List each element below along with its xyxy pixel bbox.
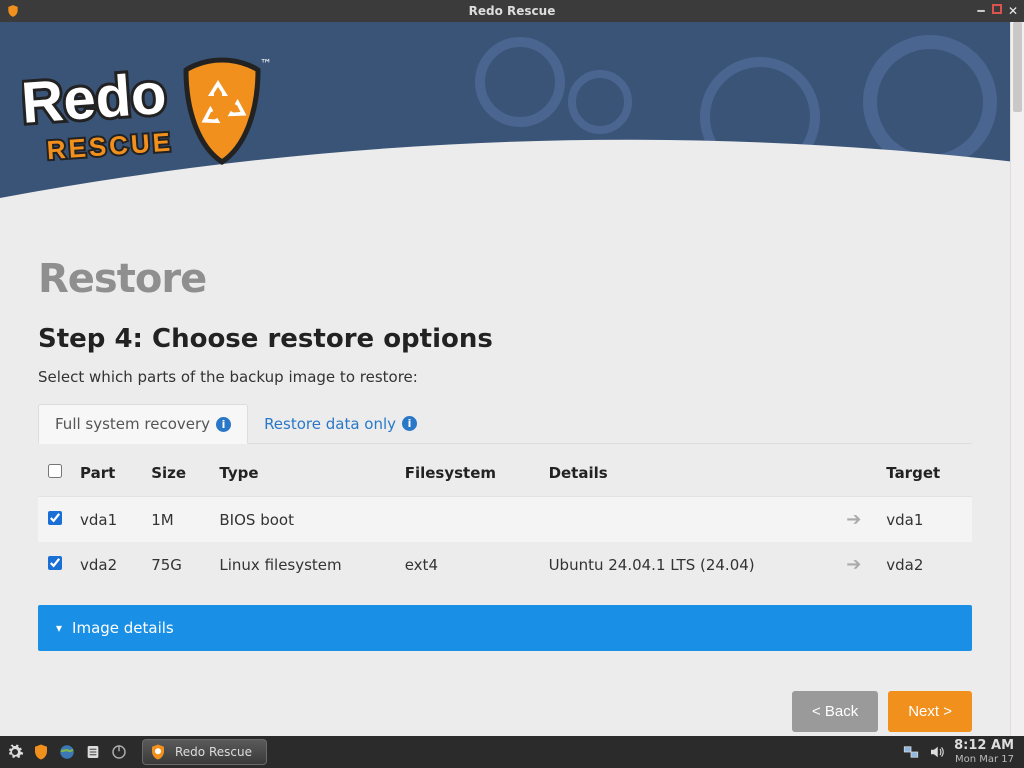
chevron-down-icon: ▾ — [56, 621, 62, 635]
wizard-buttons: < Back Next > — [38, 691, 972, 732]
cell-part: vda1 — [72, 497, 143, 543]
clock-time: 8:12 AM — [954, 739, 1014, 753]
col-type: Type — [211, 450, 396, 497]
taskbar-app-redo-rescue[interactable]: Redo Rescue — [142, 739, 267, 765]
cell-part: vda2 — [72, 542, 143, 587]
volume-icon[interactable] — [928, 743, 946, 761]
row-checkbox[interactable] — [48, 556, 62, 570]
tab-label: Restore data only — [264, 415, 396, 433]
back-button[interactable]: < Back — [792, 691, 878, 732]
network-icon[interactable] — [902, 743, 920, 761]
redo-shield-icon[interactable] — [32, 743, 50, 761]
table-row: vda2 75G Linux filesystem ext4 Ubuntu 24… — [38, 542, 972, 587]
globe-icon[interactable] — [58, 743, 76, 761]
cell-filesystem: ext4 — [397, 542, 541, 587]
partition-table: Part Size Type Filesystem Details Target… — [38, 450, 972, 587]
col-filesystem: Filesystem — [397, 450, 541, 497]
header-banner: Redo RESCUE ™ — [0, 22, 1024, 212]
power-icon[interactable] — [110, 743, 128, 761]
cell-target: vda1 — [878, 497, 972, 543]
files-icon[interactable] — [84, 743, 102, 761]
next-button[interactable]: Next > — [888, 691, 972, 732]
image-details-toggle[interactable]: ▾ Image details — [38, 605, 972, 651]
row-checkbox[interactable] — [48, 511, 62, 525]
cell-details — [541, 497, 839, 543]
col-size: Size — [143, 450, 211, 497]
taskbar-clock[interactable]: 8:12 AM Mon Mar 17 — [954, 739, 1018, 764]
taskbar-app-label: Redo Rescue — [175, 745, 252, 759]
window-titlebar: Redo Rescue ━ ✕ — [0, 0, 1024, 22]
clock-date: Mon Mar 17 — [954, 754, 1014, 765]
col-details: Details — [541, 450, 839, 497]
svg-text:™: ™ — [260, 57, 272, 71]
arrow-right-icon: ➔ — [846, 554, 861, 575]
svg-text:Redo: Redo — [22, 61, 168, 136]
window-title: Redo Rescue — [0, 4, 1024, 18]
cell-target: vda2 — [878, 542, 972, 587]
tab-full-system-recovery[interactable]: Full system recovery i — [38, 404, 248, 444]
restore-mode-tabs: Full system recovery i Restore data only… — [38, 404, 972, 444]
instruction-text: Select which parts of the backup image t… — [38, 368, 972, 386]
vertical-scrollbar[interactable] — [1010, 22, 1024, 736]
page-title: Restore — [38, 256, 972, 302]
cell-size: 75G — [143, 542, 211, 587]
step-title: Step 4: Choose restore options — [38, 324, 972, 354]
info-icon[interactable]: i — [402, 416, 417, 431]
table-row: vda1 1M BIOS boot ➔ vda1 — [38, 497, 972, 543]
arrow-right-icon: ➔ — [846, 509, 861, 530]
scrollbar-thumb[interactable] — [1013, 22, 1022, 112]
col-target: Target — [878, 450, 972, 497]
tab-label: Full system recovery — [55, 415, 210, 433]
redo-rescue-logo: Redo RESCUE ™ — [22, 52, 272, 172]
image-details-label: Image details — [72, 619, 174, 637]
cell-type: BIOS boot — [211, 497, 396, 543]
cell-details: Ubuntu 24.04.1 LTS (24.04) — [541, 542, 839, 587]
col-part: Part — [72, 450, 143, 497]
cell-type: Linux filesystem — [211, 542, 396, 587]
cell-filesystem — [397, 497, 541, 543]
app-window: Redo RESCUE ™ Restore Step 4: Choose res… — [0, 22, 1024, 736]
info-icon[interactable]: i — [216, 417, 231, 432]
os-taskbar: Redo Rescue 8:12 AM Mon Mar 17 — [0, 736, 1024, 768]
select-all-checkbox[interactable] — [48, 464, 62, 478]
cell-size: 1M — [143, 497, 211, 543]
main-content: Restore Step 4: Choose restore options S… — [0, 212, 1010, 736]
settings-gear-icon[interactable] — [6, 743, 24, 761]
app-shield-icon — [149, 743, 167, 761]
tab-restore-data-only[interactable]: Restore data only i — [248, 404, 433, 443]
